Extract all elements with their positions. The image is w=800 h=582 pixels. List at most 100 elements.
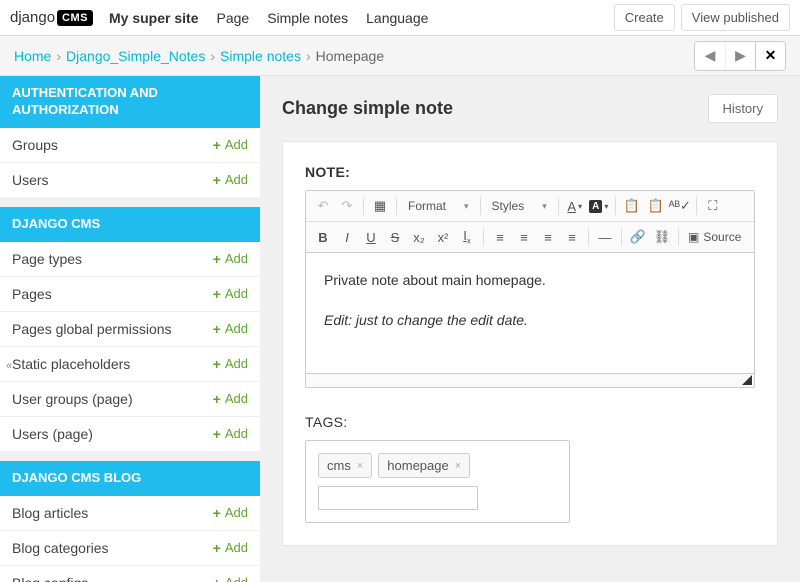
sidebar-item-static-placeholders[interactable]: Static placeholders+Add	[0, 347, 260, 382]
sidebar-item-label: Static placeholders	[12, 356, 213, 372]
page-nav-controls: ◀ ▶ ✕	[694, 41, 786, 71]
redo-icon: ↷	[342, 198, 353, 214]
add-link[interactable]: +Add	[213, 251, 248, 267]
source-icon: ▣	[688, 230, 699, 244]
styles-combo[interactable]: Styles▾	[486, 195, 553, 217]
nav-my-super-site[interactable]: My super site	[109, 10, 198, 26]
format-combo[interactable]: Format▾	[402, 195, 475, 217]
spellcheck-button[interactable]: ᴬᴮ✓	[669, 195, 691, 217]
tags-label: TAGS:	[305, 414, 755, 430]
paste-text-button[interactable]: 📋	[621, 195, 643, 217]
breadcrumb-current: Homepage	[316, 48, 385, 64]
add-link[interactable]: +Add	[213, 356, 248, 372]
tag-label: homepage	[387, 458, 448, 473]
hr-icon: ―	[599, 230, 612, 245]
breadcrumb-sep-icon: ›	[210, 48, 215, 64]
add-link[interactable]: +Add	[213, 505, 248, 521]
add-link[interactable]: +Add	[213, 321, 248, 337]
view-published-button[interactable]: View published	[681, 4, 790, 31]
subscript-button[interactable]: x₂	[408, 226, 430, 248]
underline-button[interactable]: U	[360, 226, 382, 248]
add-link[interactable]: +Add	[213, 286, 248, 302]
hr-button[interactable]: ―	[594, 226, 616, 248]
sidebar-item-user-groups-page[interactable]: User groups (page)+Add	[0, 382, 260, 417]
plugin-icon: ▦	[374, 198, 386, 214]
paste-word-icon: 📋	[648, 198, 664, 214]
next-button[interactable]: ▶	[725, 42, 755, 70]
sidebar-item-blog-categories[interactable]: Blog categories+Add	[0, 531, 260, 566]
chevron-down-icon: ▾	[464, 201, 469, 212]
sidebar-item-label: Page types	[12, 251, 213, 267]
tag-input[interactable]	[318, 486, 478, 510]
add-link[interactable]: +Add	[213, 426, 248, 442]
align-right-button[interactable]: ≡	[537, 226, 559, 248]
sidebar-item-page-types[interactable]: Page types+Add	[0, 242, 260, 277]
unlink-button[interactable]: ⛓	[651, 226, 673, 248]
plus-icon: +	[213, 286, 221, 302]
tag-chip[interactable]: cms×	[318, 453, 372, 478]
link-button[interactable]: 🔗	[627, 226, 649, 248]
nav-page[interactable]: Page	[216, 10, 249, 26]
sidebar-item-pages[interactable]: Pages+Add	[0, 277, 260, 312]
plus-icon: +	[213, 321, 221, 337]
paste-word-button[interactable]: 📋	[645, 195, 667, 217]
section-header: DJANGO CMS BLOG	[0, 461, 260, 496]
subscript-icon: x₂	[413, 230, 425, 245]
text-color-button[interactable]: A▾	[564, 195, 586, 217]
align-justify-button[interactable]: ≡	[561, 226, 583, 248]
add-link[interactable]: +Add	[213, 575, 248, 582]
editor-content[interactable]: Private note about main homepage. Edit: …	[306, 253, 754, 373]
editor-toolbar: ↶ ↷ ▦ Format▾ Styles▾ A▾ A▾ 📋 📋	[306, 191, 754, 253]
editor-resize-handle[interactable]	[306, 373, 754, 387]
chevron-down-icon: ▾	[578, 202, 582, 211]
sidebar-item-users-page[interactable]: Users (page)+Add	[0, 417, 260, 451]
align-left-button[interactable]: ≡	[489, 226, 511, 248]
strike-button[interactable]: S	[384, 226, 406, 248]
plus-icon: +	[213, 426, 221, 442]
add-link[interactable]: +Add	[213, 391, 248, 407]
sidebar-item-users[interactable]: Users +Add	[0, 163, 260, 197]
sidebar-item-pages-global-permissions[interactable]: Pages global permissions+Add	[0, 312, 260, 347]
prev-button[interactable]: ◀	[695, 42, 725, 70]
collapse-handle[interactable]: «	[6, 360, 12, 372]
italic-icon: I	[345, 230, 349, 245]
sidebar-item-groups[interactable]: Groups +Add	[0, 128, 260, 163]
bold-button[interactable]: B	[312, 226, 334, 248]
sidebar-item-label: Users (page)	[12, 426, 213, 442]
breadcrumb-home[interactable]: Home	[14, 48, 51, 64]
cmsplugins-button[interactable]: ▦	[369, 195, 391, 217]
sidebar-item-label: Users	[12, 172, 213, 188]
undo-button[interactable]: ↶	[312, 195, 334, 217]
sidebar-item-blog-articles[interactable]: Blog articles+Add	[0, 496, 260, 531]
align-center-button[interactable]: ≡	[513, 226, 535, 248]
bg-color-icon: A	[589, 200, 602, 213]
breadcrumb-app[interactable]: Django_Simple_Notes	[66, 48, 205, 64]
align-left-icon: ≡	[496, 230, 504, 245]
sidebar-item-label: Blog configs	[12, 575, 213, 582]
breadcrumb: Home › Django_Simple_Notes › Simple note…	[14, 48, 384, 64]
bg-color-button[interactable]: A▾	[588, 195, 610, 217]
plus-icon: +	[213, 356, 221, 372]
redo-button[interactable]: ↷	[336, 195, 358, 217]
logo[interactable]: django CMS	[10, 9, 93, 26]
maximize-button[interactable]: ⛶	[702, 195, 724, 217]
source-button[interactable]: ▣Source	[684, 230, 745, 244]
italic-button[interactable]: I	[336, 226, 358, 248]
tag-remove-icon[interactable]: ×	[455, 460, 461, 472]
tag-remove-icon[interactable]: ×	[357, 460, 363, 472]
plus-icon: +	[213, 540, 221, 556]
create-button[interactable]: Create	[614, 4, 675, 31]
tag-chip[interactable]: homepage ×	[378, 453, 470, 478]
nav-simple-notes[interactable]: Simple notes	[267, 10, 348, 26]
add-link[interactable]: +Add	[213, 172, 248, 188]
superscript-button[interactable]: x²	[432, 226, 454, 248]
add-link[interactable]: +Add	[213, 137, 248, 153]
breadcrumb-model[interactable]: Simple notes	[220, 48, 301, 64]
close-button[interactable]: ✕	[755, 42, 785, 70]
remove-format-button[interactable]: Ix	[456, 226, 478, 248]
sidebar-item-blog-configs[interactable]: Blog configs+Add	[0, 566, 260, 582]
add-link[interactable]: +Add	[213, 540, 248, 556]
caret-right-icon: ▶	[735, 47, 746, 64]
nav-language[interactable]: Language	[366, 10, 428, 26]
history-button[interactable]: History	[708, 94, 778, 123]
